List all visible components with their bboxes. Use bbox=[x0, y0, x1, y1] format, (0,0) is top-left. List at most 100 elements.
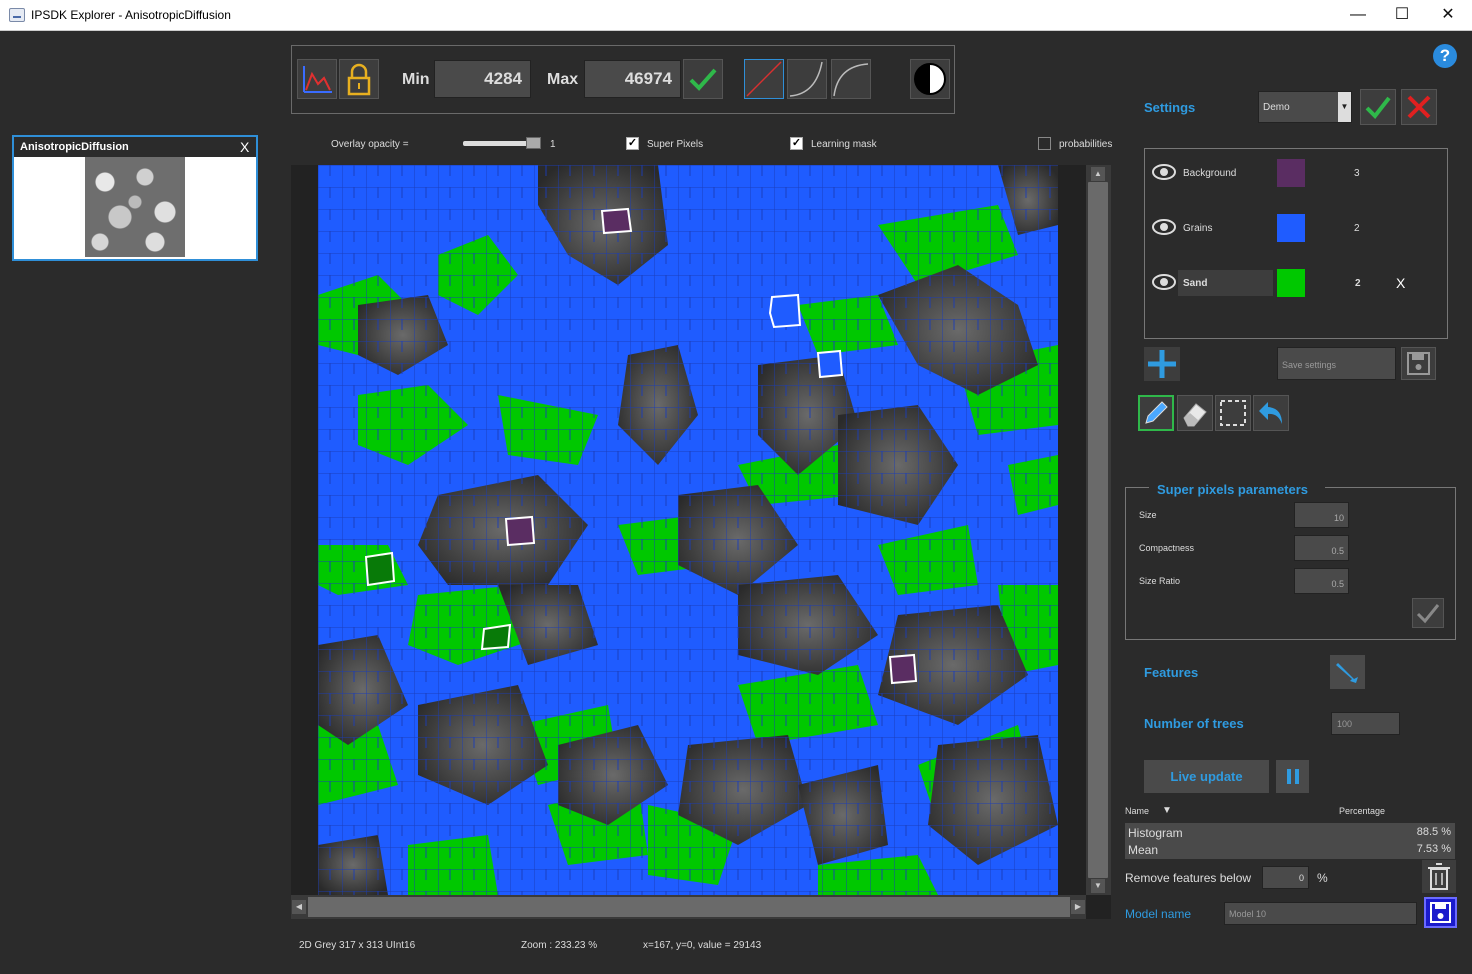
size-ratio-field[interactable]: 0.5 bbox=[1294, 568, 1349, 594]
model-name-label: Model name bbox=[1125, 907, 1192, 921]
image-thumbnail-card[interactable]: AnisotropicDiffusion X bbox=[12, 135, 258, 261]
histogram-icon bbox=[303, 66, 332, 93]
lock-icon bbox=[347, 63, 371, 96]
invert-contrast-button[interactable] bbox=[910, 59, 950, 99]
eraser-icon bbox=[1183, 403, 1207, 427]
cursor-readout: x=167, y=0, value = 29143 bbox=[643, 940, 762, 951]
maximize-button[interactable]: ☐ bbox=[1379, 0, 1425, 31]
visibility-eye-icon[interactable] bbox=[1151, 217, 1177, 237]
pause-icon-bar bbox=[1295, 769, 1299, 784]
live-update-button[interactable]: Live update bbox=[1144, 760, 1269, 793]
log-curve-button[interactable] bbox=[831, 59, 871, 99]
max-value-field[interactable]: 46974 bbox=[584, 60, 681, 98]
scroll-up-arrow[interactable]: ▲ bbox=[1091, 167, 1105, 181]
scroll-down-arrow[interactable]: ▼ bbox=[1091, 879, 1105, 893]
thumbnail-title: AnisotropicDiffusion bbox=[20, 141, 129, 153]
features-settings-button[interactable] bbox=[1330, 655, 1365, 689]
apply-range-button[interactable] bbox=[683, 59, 723, 99]
feature-row-name[interactable]: Histogram bbox=[1128, 826, 1183, 840]
pause-icon-bar bbox=[1287, 769, 1291, 784]
selection-tool-button[interactable] bbox=[1215, 395, 1251, 431]
check-icon bbox=[1365, 96, 1391, 120]
window-title: IPSDK Explorer - AnisotropicDiffusion bbox=[31, 8, 231, 22]
delete-features-button[interactable] bbox=[1422, 860, 1456, 893]
image-info: 2D Grey 317 x 313 UInt16 bbox=[299, 940, 416, 951]
probabilities-checkbox[interactable] bbox=[1038, 137, 1051, 150]
app-icon bbox=[9, 8, 25, 22]
exponential-curve-button[interactable] bbox=[787, 59, 827, 99]
number-of-trees-field[interactable]: 100 bbox=[1331, 712, 1400, 735]
features-title: Features bbox=[1144, 665, 1199, 680]
save-settings-button[interactable] bbox=[1401, 347, 1436, 380]
super-pixels-label: Super Pixels bbox=[647, 139, 704, 150]
eraser-tool-button[interactable] bbox=[1177, 395, 1213, 431]
vertical-scroll-thumb[interactable] bbox=[1088, 182, 1108, 878]
trash-icon bbox=[1428, 863, 1450, 890]
super-pixels-group bbox=[1125, 487, 1456, 640]
min-value-field[interactable]: 4284 bbox=[434, 60, 531, 98]
pencil-tool-button[interactable] bbox=[1138, 395, 1174, 431]
selection-rectangle-icon bbox=[1220, 400, 1246, 426]
remove-features-threshold-field[interactable]: 0 bbox=[1262, 866, 1309, 889]
feature-row-name[interactable]: Mean bbox=[1128, 843, 1158, 857]
sort-arrow-icon[interactable]: ▼ bbox=[1162, 805, 1172, 816]
cross-icon bbox=[1407, 95, 1431, 119]
chevron-down-icon[interactable]: ▼ bbox=[1338, 92, 1351, 122]
label-count: 2 bbox=[1355, 278, 1361, 289]
undo-icon bbox=[1259, 402, 1282, 424]
minimize-button[interactable]: — bbox=[1335, 0, 1381, 31]
label-color-swatch[interactable] bbox=[1277, 214, 1305, 242]
lock-range-button[interactable] bbox=[339, 59, 379, 99]
pause-button[interactable] bbox=[1276, 760, 1309, 793]
percentage-column-header[interactable]: Percentage bbox=[1339, 806, 1385, 816]
log-curve-icon bbox=[833, 63, 869, 97]
label-color-swatch[interactable] bbox=[1277, 269, 1305, 297]
plus-icon bbox=[1148, 350, 1176, 378]
apply-superpixels-button[interactable] bbox=[1412, 598, 1444, 628]
super-pixels-checkbox[interactable]: ✓ bbox=[626, 137, 639, 150]
label-count: 2 bbox=[1354, 223, 1360, 234]
name-column-header[interactable]: Name bbox=[1125, 806, 1149, 816]
horizontal-scroll-thumb[interactable] bbox=[308, 897, 1070, 917]
visibility-eye-icon[interactable] bbox=[1151, 272, 1177, 292]
scroll-right-arrow[interactable]: ▶ bbox=[1071, 900, 1085, 914]
thumbnail-image[interactable] bbox=[85, 157, 185, 257]
overlay-opacity-value: 1 bbox=[550, 139, 556, 150]
linear-curve-button[interactable] bbox=[744, 59, 784, 99]
histogram-button[interactable] bbox=[297, 59, 337, 99]
compactness-field[interactable]: 0.5 bbox=[1294, 535, 1349, 561]
feature-importance-table: Histogram 88.5 % Mean 7.53 % bbox=[1125, 823, 1455, 859]
paint-brush-icon bbox=[1336, 663, 1358, 683]
label-color-swatch[interactable] bbox=[1277, 159, 1305, 187]
compactness-label: Compactness bbox=[1139, 543, 1195, 553]
close-window-button[interactable]: ✕ bbox=[1425, 0, 1471, 31]
confirm-settings-button[interactable] bbox=[1360, 89, 1396, 125]
save-model-button[interactable] bbox=[1424, 897, 1457, 928]
thumbnail-close-button[interactable]: X bbox=[240, 139, 249, 155]
save-settings-input[interactable]: Save settings bbox=[1277, 347, 1396, 380]
visibility-eye-icon[interactable] bbox=[1151, 162, 1177, 182]
segmentation-overlay-canvas[interactable] bbox=[318, 165, 1058, 895]
label-count: 3 bbox=[1354, 168, 1360, 179]
add-label-button[interactable] bbox=[1144, 347, 1180, 381]
size-ratio-label: Size Ratio bbox=[1139, 576, 1181, 586]
size-field[interactable]: 10 bbox=[1294, 502, 1349, 528]
settings-title: Settings bbox=[1144, 100, 1196, 115]
overlay-opacity-handle[interactable] bbox=[526, 137, 541, 149]
exponential-curve-icon bbox=[789, 61, 823, 97]
delete-label-button[interactable]: X bbox=[1396, 275, 1405, 291]
cancel-settings-button[interactable] bbox=[1401, 89, 1437, 125]
floppy-disk-icon bbox=[1407, 352, 1430, 375]
help-button[interactable]: ? bbox=[1433, 44, 1457, 68]
model-name-input[interactable]: Model 10 bbox=[1224, 902, 1417, 925]
undo-button[interactable] bbox=[1253, 395, 1289, 431]
pencil-icon bbox=[1145, 401, 1168, 424]
superpixel-grid bbox=[318, 165, 1058, 895]
learning-mask-checkbox[interactable]: ✓ bbox=[790, 137, 803, 150]
floppy-disk-icon bbox=[1430, 902, 1451, 923]
apply-check-icon bbox=[689, 68, 717, 91]
zoom-readout: Zoom : 233.23 % bbox=[521, 940, 598, 951]
scroll-left-arrow[interactable]: ◀ bbox=[292, 900, 306, 914]
super-pixels-title: Super pixels parameters bbox=[1157, 482, 1309, 497]
thumbnail-header: AnisotropicDiffusion X bbox=[14, 137, 256, 157]
